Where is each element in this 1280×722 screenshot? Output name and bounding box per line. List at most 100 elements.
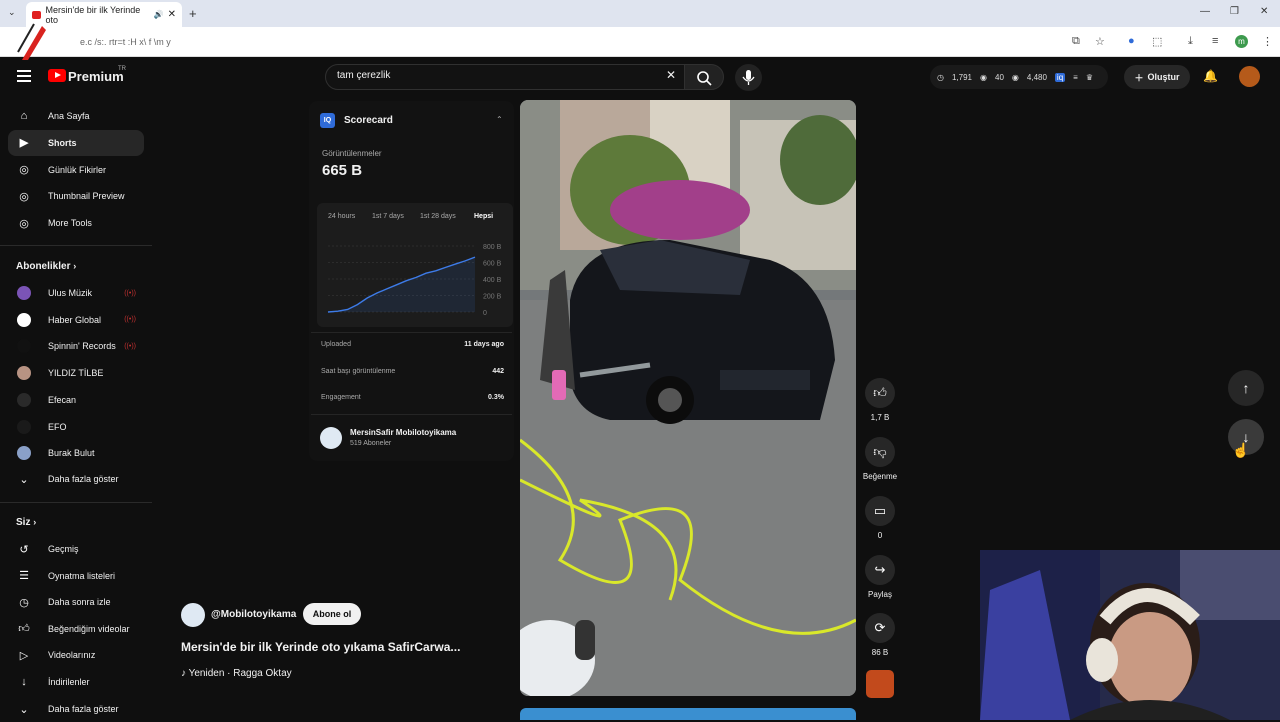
sidebar-item-daha-fazla-göster[interactable]: ⌄ Daha fazla göster xyxy=(8,466,144,492)
channel-avatar[interactable] xyxy=(320,427,342,449)
share-icon: ↪ xyxy=(874,562,886,577)
sidebar-item-label: İndirilenler xyxy=(48,677,90,687)
browser-menu-icon[interactable]: ⋮ xyxy=(1262,35,1273,48)
dislike-label: Beğenme xyxy=(862,472,898,481)
sidebar-item-geçmiş[interactable]: ↺ Geçmiş xyxy=(8,536,144,562)
views-line-chart: 800 B 600 B 400 B 200 B 0 xyxy=(327,244,502,317)
sidebar-item-daha-fazla-göster[interactable]: ⌄ Daha fazla göster xyxy=(8,696,144,722)
vidiq-stats-bar[interactable]: ◷ 1,791 ◉ 40 ◉ 4,480 iq ≡ ♛ xyxy=(930,65,1108,89)
sidebar-item-ulus-müzik[interactable]: Ulus Müzik ((•)) xyxy=(8,280,144,306)
range-tab-7d[interactable]: 1st 7 days xyxy=(372,213,404,220)
search-clear-icon[interactable]: ✕ xyxy=(666,68,676,82)
extension-vidiq-icon[interactable]: ● xyxy=(1128,35,1135,47)
notifications-bell-icon[interactable]: 🔔 xyxy=(1203,69,1218,83)
vidiq-icon[interactable]: iq xyxy=(1054,72,1066,82)
minimize-button[interactable]: — xyxy=(1200,6,1210,17)
address-input[interactable]: e.c /s:. rtr=t :H x\ f \m y xyxy=(80,33,980,51)
sidebar-item-burak-bulut[interactable]: Burak Bulut xyxy=(8,440,144,466)
restore-button[interactable]: ❐ xyxy=(1230,6,1239,17)
sidebar-item-ana-sayfa[interactable]: ⌂ Ana Sayfa xyxy=(8,103,144,129)
voice-search-button[interactable] xyxy=(735,64,762,91)
tab-list-chevron-icon[interactable]: ⌄ xyxy=(8,7,16,18)
dislike-button[interactable]: 👎︎ xyxy=(865,437,895,467)
eye-icon: ◉ xyxy=(1011,72,1019,82)
user-avatar[interactable] xyxy=(1239,66,1260,87)
subscription-avatar xyxy=(17,392,31,407)
subscriptions-title[interactable]: Abonelikler › xyxy=(16,261,76,272)
eye-icon: ◉ xyxy=(980,72,987,82)
video-frame xyxy=(520,100,856,696)
history-icon: ↺ xyxy=(19,543,29,556)
create-button[interactable]: ＋ Oluştur xyxy=(1124,65,1190,89)
tool-icon: ◎ xyxy=(19,190,29,203)
video-title[interactable]: Mersin'de bir ilk Yerinde oto yıkama Saf… xyxy=(181,640,460,654)
next-short-preview[interactable] xyxy=(520,708,856,720)
sidebar-item-thumbnail-preview[interactable]: ◎ Thumbnail Preview xyxy=(8,183,144,209)
sidebar-item-shorts[interactable]: ▶ Shorts xyxy=(8,129,144,156)
thumbs-up-icon: 👍︎ xyxy=(873,385,887,400)
sidebar-item-günlük-fikirler[interactable]: ◎ Günlük Fikirler xyxy=(8,157,144,183)
music-credit[interactable]: ♪ Yeniden · Ragga Oktay xyxy=(181,668,292,679)
youtube-premium-logo[interactable]: Premium xyxy=(68,69,124,84)
sidebar-item-haber-global[interactable]: Haber Global ((•)) xyxy=(8,307,144,333)
subscribe-button[interactable]: Abone ol xyxy=(303,603,361,625)
plus-icon: ＋ xyxy=(1134,72,1144,83)
sidebar-item-label: Beğendiğim videolar xyxy=(48,623,130,634)
sidebar-item-beğendiğim-videolar[interactable]: 👍︎ Beğendiğim videolar xyxy=(8,616,144,642)
short-video-player[interactable] xyxy=(520,100,856,696)
range-tab-28d[interactable]: 1st 28 days xyxy=(420,213,456,220)
previous-short-button[interactable]: ↑ xyxy=(1228,370,1264,406)
reading-list-icon[interactable]: ≡ xyxy=(1212,35,1218,47)
comment-count: 0 xyxy=(877,531,883,540)
comments-button[interactable]: ▭ xyxy=(865,496,895,526)
tool-icon: ◎ xyxy=(19,217,29,230)
range-tab-24h[interactable]: 24 hours xyxy=(328,213,355,220)
downloads-icon[interactable]: ⤓ xyxy=(1188,35,1193,48)
sidebar-item-efecan[interactable]: Efecan xyxy=(8,387,144,413)
tab-close-icon[interactable]: ✕ xyxy=(168,9,176,20)
sidebar-item-oynatma-listeleri[interactable]: ☰ Oynatma listeleri xyxy=(8,563,144,589)
subscription-avatar xyxy=(17,366,31,381)
sidebar-item-daha-sonra-izle[interactable]: ◷ Daha sonra izle xyxy=(8,589,144,615)
uploaded-value: 11 days ago xyxy=(464,341,504,348)
sidebar-item-label: Haber Global xyxy=(48,314,102,325)
sidebar-item-spinnin-records[interactable]: Spinnin' Records ((•)) xyxy=(8,333,144,359)
sidebar-item-videolarınız[interactable]: ▷ Videolarınız xyxy=(8,642,144,668)
close-window-button[interactable]: ✕ xyxy=(1260,6,1268,17)
new-tab-button[interactable]: + xyxy=(189,6,197,21)
live-icon: ((•)) xyxy=(124,342,136,350)
region-code: TR xyxy=(118,66,126,72)
thumbs-down-icon: 👎︎ xyxy=(873,444,887,459)
youtube-logo-icon[interactable] xyxy=(48,69,66,82)
sidebar-item-label: Videolarınız xyxy=(48,650,96,661)
sidebar-item-yildiz-ti-lbe[interactable]: YILDIZ TİLBE xyxy=(8,360,144,386)
list-icon[interactable]: ≡ xyxy=(1073,73,1078,82)
search-button[interactable] xyxy=(684,64,724,90)
install-icon[interactable]: ⧉ xyxy=(1072,35,1080,48)
menu-hamburger-icon[interactable] xyxy=(17,70,31,85)
channel-handle[interactable]: @Mobilotoyikama xyxy=(211,609,296,620)
collapse-chevron-icon[interactable]: ⌃ xyxy=(496,115,503,124)
subscription-avatar xyxy=(17,312,31,327)
live-icon: ((•)) xyxy=(124,289,136,297)
like-button[interactable]: 👍︎ xyxy=(865,378,895,408)
sidebar-item-efo[interactable]: EFO xyxy=(8,414,144,440)
remix-button[interactable]: ⟳ xyxy=(865,613,895,643)
trophy-icon[interactable]: ♛ xyxy=(1086,73,1093,82)
music-thumbnail[interactable] xyxy=(866,670,894,698)
channel-avatar[interactable] xyxy=(181,603,205,627)
extensions-puzzle-icon[interactable]: ⬚ xyxy=(1152,35,1162,48)
sidebar-item-more-tools[interactable]: ◎ More Tools xyxy=(8,210,144,236)
range-tab-all[interactable]: Hepsi xyxy=(474,213,493,220)
you-section-title[interactable]: Siz › xyxy=(16,517,36,528)
bookmark-star-icon[interactable]: ☆ xyxy=(1095,35,1105,48)
browser-tab-bar: ⌄ Mersin'de bir ilk Yerinde oto 🔊 ✕ + — … xyxy=(0,0,1280,27)
browser-profile-avatar[interactable]: m xyxy=(1235,35,1248,48)
scorecard-channel-name[interactable]: MersinSafir Mobilotoyikama xyxy=(350,428,456,437)
create-label: Oluştur xyxy=(1147,72,1180,82)
search-input[interactable]: tam çerezlik xyxy=(337,70,390,81)
share-button[interactable]: ↪ xyxy=(865,555,895,585)
sidebar-item-i-ndirilenler[interactable]: ↓ İndirilenler xyxy=(8,669,144,695)
subscription-avatar xyxy=(17,446,31,461)
subscription-avatar xyxy=(17,286,31,300)
